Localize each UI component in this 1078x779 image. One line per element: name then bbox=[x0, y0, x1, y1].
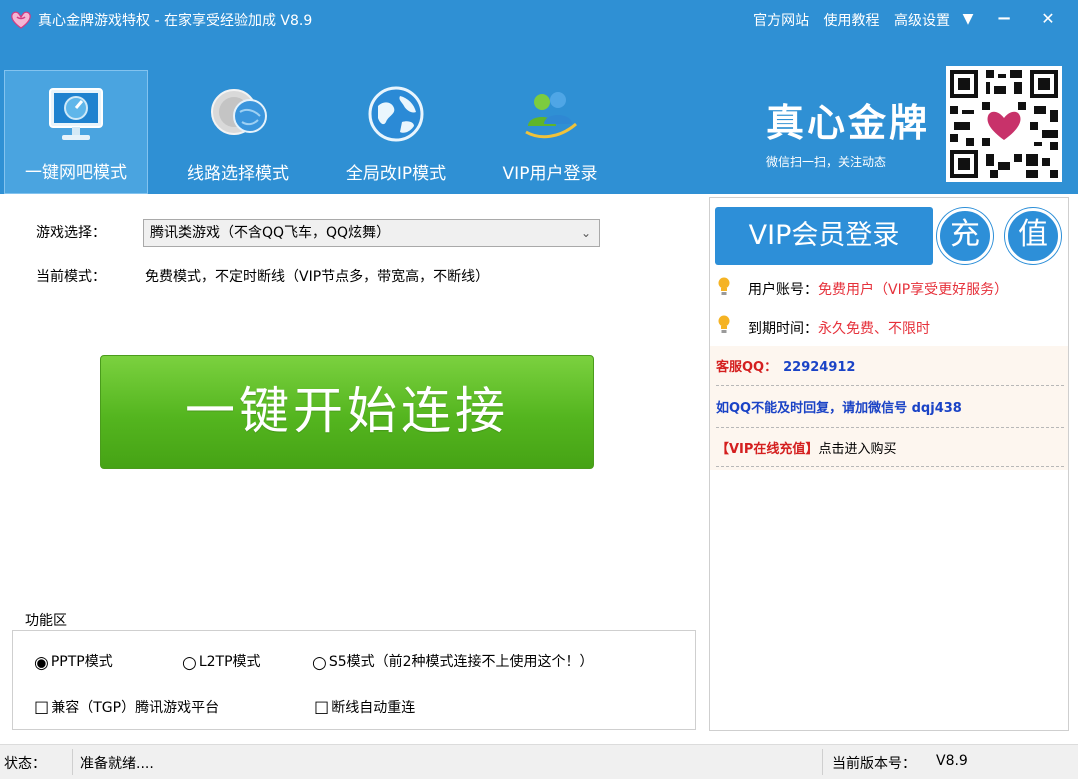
checkbox-unchecked-icon: ☐ bbox=[314, 699, 330, 719]
checkbox-auto-reconnect-label: 断线自动重连 bbox=[331, 700, 416, 716]
checkbox-unchecked-icon: ☐ bbox=[34, 699, 50, 719]
users-icon bbox=[525, 92, 577, 139]
advanced-settings-link[interactable]: 高级设置 bbox=[894, 13, 950, 29]
tab-global-ip-mode[interactable]: 全局改IP模式 bbox=[324, 70, 468, 194]
radio-s5[interactable]: ○ S5模式（前2种模式连接不上使用这个！） bbox=[312, 651, 594, 673]
tab-vip-login[interactable]: VIP用户登录 bbox=[482, 70, 618, 194]
tab-route-select-mode[interactable]: 线路选择模式 bbox=[166, 70, 310, 194]
wechat-contact-text: 如QQ不能及时回复，请加微信号 dqj438 bbox=[716, 401, 962, 416]
chevron-down-icon: ⌄ bbox=[580, 226, 591, 240]
brand-block: 真心金牌 微信扫一扫，关注动态 bbox=[766, 92, 930, 170]
close-button[interactable]: ✕ bbox=[1032, 4, 1064, 34]
tab-route-select-label: 线路选择模式 bbox=[187, 164, 289, 184]
expire-value: 永久免费、不限时 bbox=[818, 321, 930, 337]
radio-pptp-label: PPTP模式 bbox=[50, 654, 113, 670]
status-separator bbox=[72, 749, 73, 775]
tab-global-ip-label: 全局改IP模式 bbox=[345, 164, 447, 184]
status-separator bbox=[822, 749, 823, 775]
mode-toolbar: 一键网吧模式 线路选择模式 全局改IP模式 VIP用户登录 真心金牌 微信扫一扫… bbox=[0, 40, 1078, 194]
wechat-qr-code-icon bbox=[946, 66, 1062, 182]
current-mode-label: 当前模式： bbox=[36, 269, 106, 285]
radio-l2tp-label: L2TP模式 bbox=[198, 654, 261, 670]
recharge-button-1[interactable]: 充 bbox=[937, 208, 993, 264]
title-bar: 真心金牌游戏特权 - 在家享受经验加成 V8.9 官方网站 使用教程 高级设置 … bbox=[0, 0, 1078, 40]
checkbox-auto-reconnect[interactable]: ☐ 断线自动重连 bbox=[314, 697, 415, 719]
network-icon bbox=[211, 89, 267, 135]
radio-checked-icon: ◉ bbox=[34, 653, 49, 673]
radio-unchecked-icon: ○ bbox=[182, 653, 197, 673]
game-select-dropdown[interactable]: 腾讯类游戏（不含QQ飞车，QQ炫舞） ⌄ bbox=[143, 219, 600, 247]
expire-row: 到期时间：永久免费、不限时 bbox=[748, 318, 930, 338]
one-click-connect-button[interactable]: 一键开始连接 bbox=[100, 355, 594, 469]
official-site-link[interactable]: 官方网站 bbox=[753, 13, 809, 29]
support-qq-label: 客服QQ： bbox=[716, 360, 778, 375]
divider bbox=[716, 385, 1064, 386]
checkbox-tgp-compat[interactable]: ☐ 兼容（TGP）腾讯游戏平台 bbox=[34, 697, 219, 719]
vip-buy-tag: 【VIP在线充值】 bbox=[716, 442, 819, 457]
tab-netcafe-label: 一键网吧模式 bbox=[25, 163, 127, 183]
radio-pptp[interactable]: ◉ PPTP模式 bbox=[34, 651, 113, 673]
radio-l2tp[interactable]: ○ L2TP模式 bbox=[182, 651, 261, 673]
radio-unchecked-icon: ○ bbox=[312, 653, 327, 673]
vip-buy-text: 点击进入购买 bbox=[818, 442, 897, 457]
radio-s5-label: S5模式（前2种模式连接不上使用这个！） bbox=[328, 654, 594, 670]
globe-icon bbox=[368, 86, 424, 142]
app-logo-icon bbox=[11, 11, 31, 29]
title-links: 官方网站 使用教程 高级设置 bbox=[743, 10, 950, 30]
status-bar: 状态： 准备就绪.... 当前版本号： V8.9 bbox=[0, 744, 1078, 779]
dropdown-menu-button[interactable]: ▼ bbox=[952, 4, 984, 34]
divider bbox=[716, 427, 1064, 428]
version-value: V8.9 bbox=[936, 753, 968, 769]
vip-login-button[interactable]: VIP会员登录 bbox=[715, 207, 933, 265]
brand-subtitle: 微信扫一扫，关注动态 bbox=[766, 155, 887, 169]
tab-netcafe-mode[interactable]: 一键网吧模式 bbox=[4, 70, 148, 194]
minimize-button[interactable]: − bbox=[988, 4, 1020, 34]
monitor-icon bbox=[49, 88, 103, 140]
divider bbox=[716, 466, 1064, 467]
window-title: 真心金牌游戏特权 - 在家享受经验加成 V8.9 bbox=[38, 13, 313, 29]
lightbulb-icon bbox=[718, 277, 730, 295]
version-label: 当前版本号： bbox=[832, 756, 916, 772]
recharge-button-2[interactable]: 值 bbox=[1005, 208, 1061, 264]
checkbox-tgp-compat-label: 兼容（TGP）腾讯游戏平台 bbox=[51, 700, 220, 716]
current-mode-value: 免费模式，不定时断线（VIP节点多，带宽高，不断线） bbox=[145, 269, 490, 285]
vip-buy-link[interactable]: 【VIP在线充值】点击进入购买 bbox=[716, 438, 896, 457]
account-label: 用户账号： bbox=[748, 282, 818, 298]
game-select-value: 腾讯类游戏（不含QQ飞车，QQ炫舞） bbox=[150, 225, 391, 241]
function-area-legend: 功能区 bbox=[22, 610, 70, 630]
status-value: 准备就绪.... bbox=[80, 756, 154, 772]
account-value: 免费用户（VIP享受更好服务） bbox=[818, 282, 1009, 298]
support-qq-value: 22924912 bbox=[783, 360, 856, 375]
account-row: 用户账号：免费用户（VIP享受更好服务） bbox=[748, 279, 1008, 299]
support-qq-row: 客服QQ： 22924912 bbox=[716, 356, 855, 375]
tab-vip-login-label: VIP用户登录 bbox=[502, 164, 598, 184]
lightbulb-icon bbox=[718, 315, 730, 333]
expire-label: 到期时间： bbox=[748, 321, 818, 337]
status-label: 状态： bbox=[4, 756, 46, 772]
tutorial-link[interactable]: 使用教程 bbox=[824, 13, 880, 29]
brand-title: 真心金牌 bbox=[766, 101, 931, 145]
game-select-label: 游戏选择： bbox=[36, 225, 106, 241]
